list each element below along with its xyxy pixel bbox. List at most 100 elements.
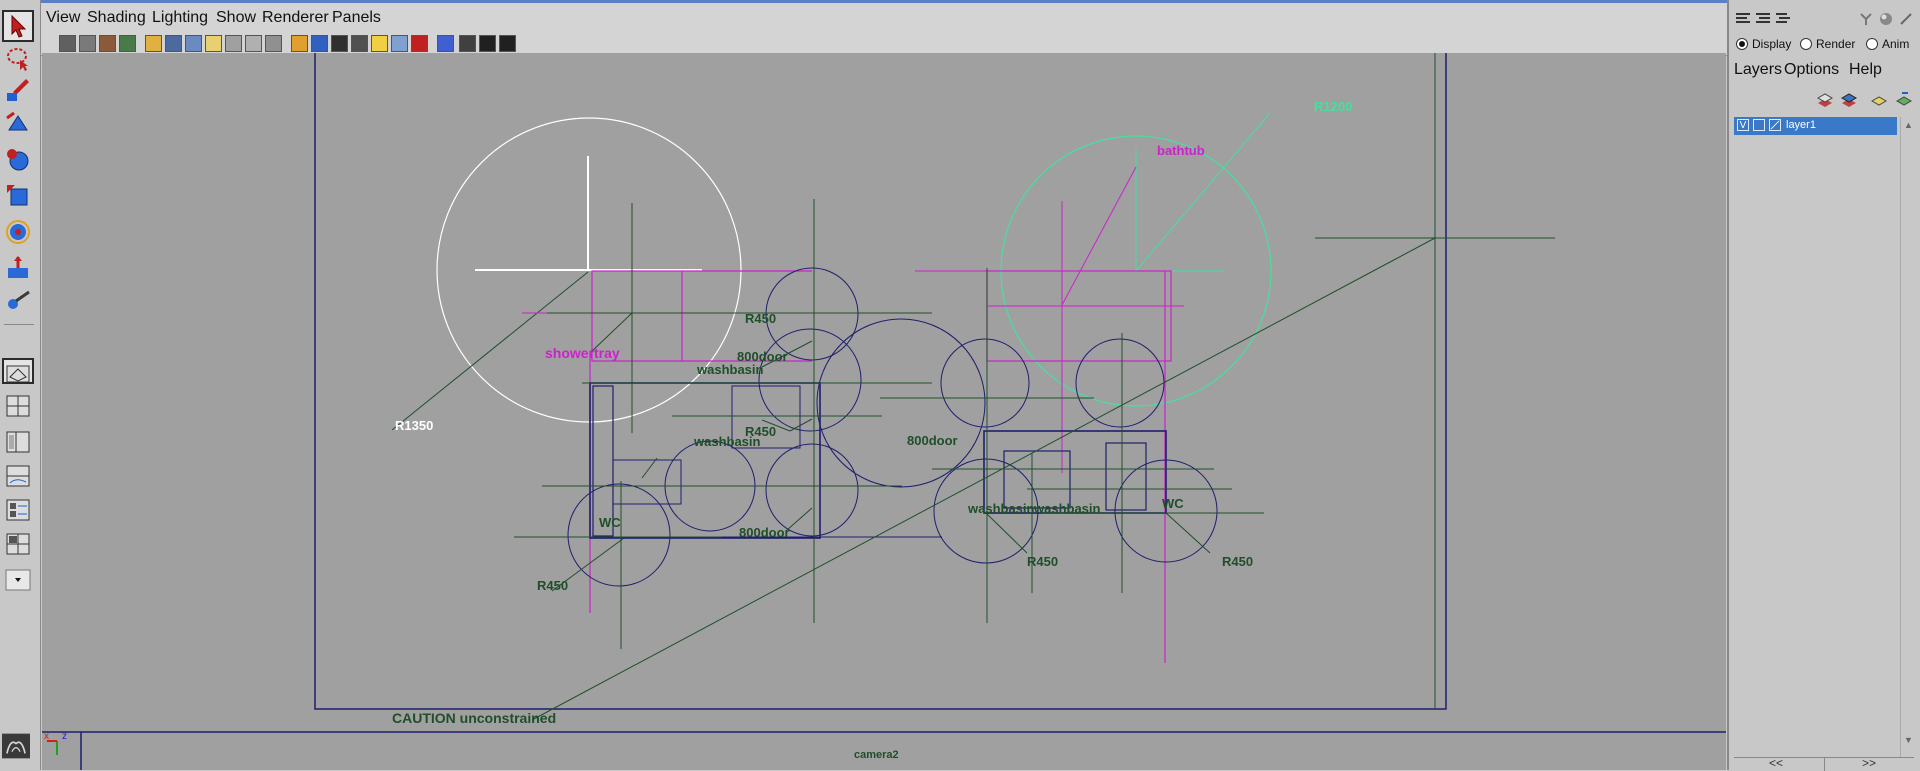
- label-bathtub: bathtub: [1157, 143, 1205, 158]
- label-r1350: R1350: [395, 418, 433, 433]
- axis-x-label: x: [44, 731, 49, 742]
- layer-editor-panel: Display Render Anim Layers Options Help …: [1727, 0, 1920, 771]
- xray-icon[interactable]: [391, 35, 408, 52]
- label-wc-a: WC: [599, 515, 621, 530]
- layer-scrollbar[interactable]: ▲ ▼: [1900, 117, 1915, 757]
- wireframe-icon[interactable]: [291, 35, 308, 52]
- scroll-down-icon[interactable]: ▼: [1904, 735, 1913, 745]
- toolbox: [0, 0, 41, 770]
- render-tab-label: Render: [1816, 37, 1856, 51]
- shadows-icon[interactable]: [411, 35, 428, 52]
- wireframe-on-shaded-icon[interactable]: [331, 35, 348, 52]
- anim-tab-label: Anim: [1882, 37, 1910, 51]
- label-wc-b: WC: [1162, 496, 1184, 511]
- persp-graph-hypershade-icon[interactable]: [4, 530, 32, 556]
- render-radio[interactable]: [1800, 38, 1812, 50]
- label-r450-c: R450: [537, 578, 568, 593]
- menu-show[interactable]: Show: [216, 9, 256, 27]
- paint-select-icon[interactable]: [4, 76, 32, 104]
- menu-renderer[interactable]: Renderer: [262, 9, 329, 27]
- lights-icon[interactable]: [371, 35, 388, 52]
- viewport-camera2[interactable]: showertray R1350 bathtub R1200 R450 800d…: [42, 53, 1726, 770]
- layer-row-layer1[interactable]: V layer1: [1734, 117, 1897, 135]
- maya-logo-icon: [2, 732, 36, 762]
- paint-effects-icon[interactable]: [499, 35, 516, 52]
- four-pane-layout-icon[interactable]: [4, 392, 32, 418]
- label-r450-d: R450: [1027, 554, 1058, 569]
- move-tool-icon[interactable]: [4, 110, 32, 138]
- camera-attributes-icon[interactable]: [79, 35, 96, 52]
- layer-color-swatch[interactable]: [1769, 119, 1781, 131]
- image-plane-icon[interactable]: [119, 35, 136, 52]
- label-800door-b: 800door: [907, 433, 958, 448]
- safe-title-icon[interactable]: [265, 35, 282, 52]
- layer-visibility-toggle[interactable]: V: [1737, 119, 1749, 131]
- axis-gizmo-icon: x z: [44, 731, 67, 755]
- rotate-tool-icon[interactable]: [4, 146, 32, 174]
- film-gate-icon[interactable]: [165, 35, 182, 52]
- smooth-shade-icon[interactable]: [311, 35, 328, 52]
- label-showertray: showertray: [545, 345, 620, 361]
- grid-icon[interactable]: [145, 35, 162, 52]
- display-tab-label: Display: [1752, 37, 1792, 51]
- show-manipulator-icon[interactable]: [4, 288, 32, 316]
- scroll-right-button[interactable]: >>: [1862, 756, 1876, 770]
- label-washbasin-d: washbasin: [1033, 501, 1101, 516]
- textured-icon[interactable]: [351, 35, 368, 52]
- new-layer-selected-icon[interactable]: [1839, 89, 1859, 109]
- fan-icon[interactable]: [1859, 12, 1873, 26]
- scroll-left-button[interactable]: <<: [1769, 756, 1783, 770]
- new-layer-icon[interactable]: [1815, 89, 1835, 109]
- label-r450-a: R450: [745, 311, 776, 326]
- soft-mod-icon[interactable]: [4, 254, 32, 282]
- resolution-gate-icon[interactable]: [185, 35, 202, 52]
- label-washbasin-b: washbasin: [693, 434, 761, 449]
- caution-diagonal: [531, 237, 1436, 721]
- render-view-icon[interactable]: [479, 35, 496, 52]
- layer-options-icon[interactable]: [1869, 89, 1889, 109]
- layout-menu-chevron-down-icon[interactable]: [4, 566, 32, 591]
- scale-tool-icon[interactable]: [4, 182, 32, 210]
- axis-z-label: z: [62, 731, 67, 742]
- layer-hscrollbar: << >>: [1734, 756, 1914, 771]
- hypershade-layout-icon[interactable]: [4, 496, 32, 522]
- field-chart-icon[interactable]: [225, 35, 242, 52]
- lasso-tool-icon[interactable]: [4, 44, 32, 72]
- layer-editor-icon[interactable]: [1755, 12, 1771, 26]
- attribute-list-icon[interactable]: [1775, 12, 1791, 26]
- camera-name-label: camera2: [854, 749, 899, 761]
- hud-icon[interactable]: [459, 35, 476, 52]
- anim-radio[interactable]: [1866, 38, 1878, 50]
- single-pane-layout-icon[interactable]: [2, 358, 34, 384]
- menu-shading[interactable]: Shading: [87, 9, 146, 27]
- gate-mask-icon[interactable]: [205, 35, 222, 52]
- layer-type-toggle[interactable]: [1753, 119, 1765, 131]
- channel-box-icon[interactable]: [1735, 12, 1751, 26]
- safe-action-icon[interactable]: [245, 35, 262, 52]
- label-800door-c: 800door: [739, 525, 790, 540]
- label-r450-e: R450: [1222, 554, 1253, 569]
- bathtub-outline: [986, 270, 1172, 362]
- select-camera-icon[interactable]: [59, 35, 76, 52]
- shading-ball-icon[interactable]: [1879, 12, 1893, 26]
- menu-help[interactable]: Help: [1849, 61, 1882, 79]
- brush-icon[interactable]: [1899, 12, 1913, 26]
- display-radio[interactable]: [1736, 38, 1748, 50]
- menu-view[interactable]: View: [46, 9, 80, 27]
- layer-name: layer1: [1786, 119, 1816, 131]
- caution-status-text: CAUTION unconstrained: [392, 710, 556, 726]
- universal-manipulator-icon[interactable]: [4, 218, 32, 246]
- layer-list-icon[interactable]: [1894, 89, 1914, 109]
- scene-canvas: showertray R1350 bathtub R1200 R450 800d…: [42, 53, 1726, 770]
- isolate-select-icon[interactable]: [437, 35, 454, 52]
- panel-menubar: View Shading Lighting Show Renderer Pane…: [41, 0, 1727, 34]
- side-by-side-layout-icon[interactable]: [4, 428, 32, 454]
- menu-panels[interactable]: Panels: [332, 9, 381, 27]
- menu-layers[interactable]: Layers: [1734, 61, 1782, 79]
- menu-lighting[interactable]: Lighting: [152, 9, 208, 27]
- menu-options[interactable]: Options: [1784, 61, 1839, 79]
- select-tool-icon[interactable]: [2, 10, 34, 42]
- bookmark-icon[interactable]: [99, 35, 116, 52]
- scroll-up-icon[interactable]: ▲: [1904, 120, 1913, 130]
- persp-outliner-layout-icon[interactable]: [4, 462, 32, 488]
